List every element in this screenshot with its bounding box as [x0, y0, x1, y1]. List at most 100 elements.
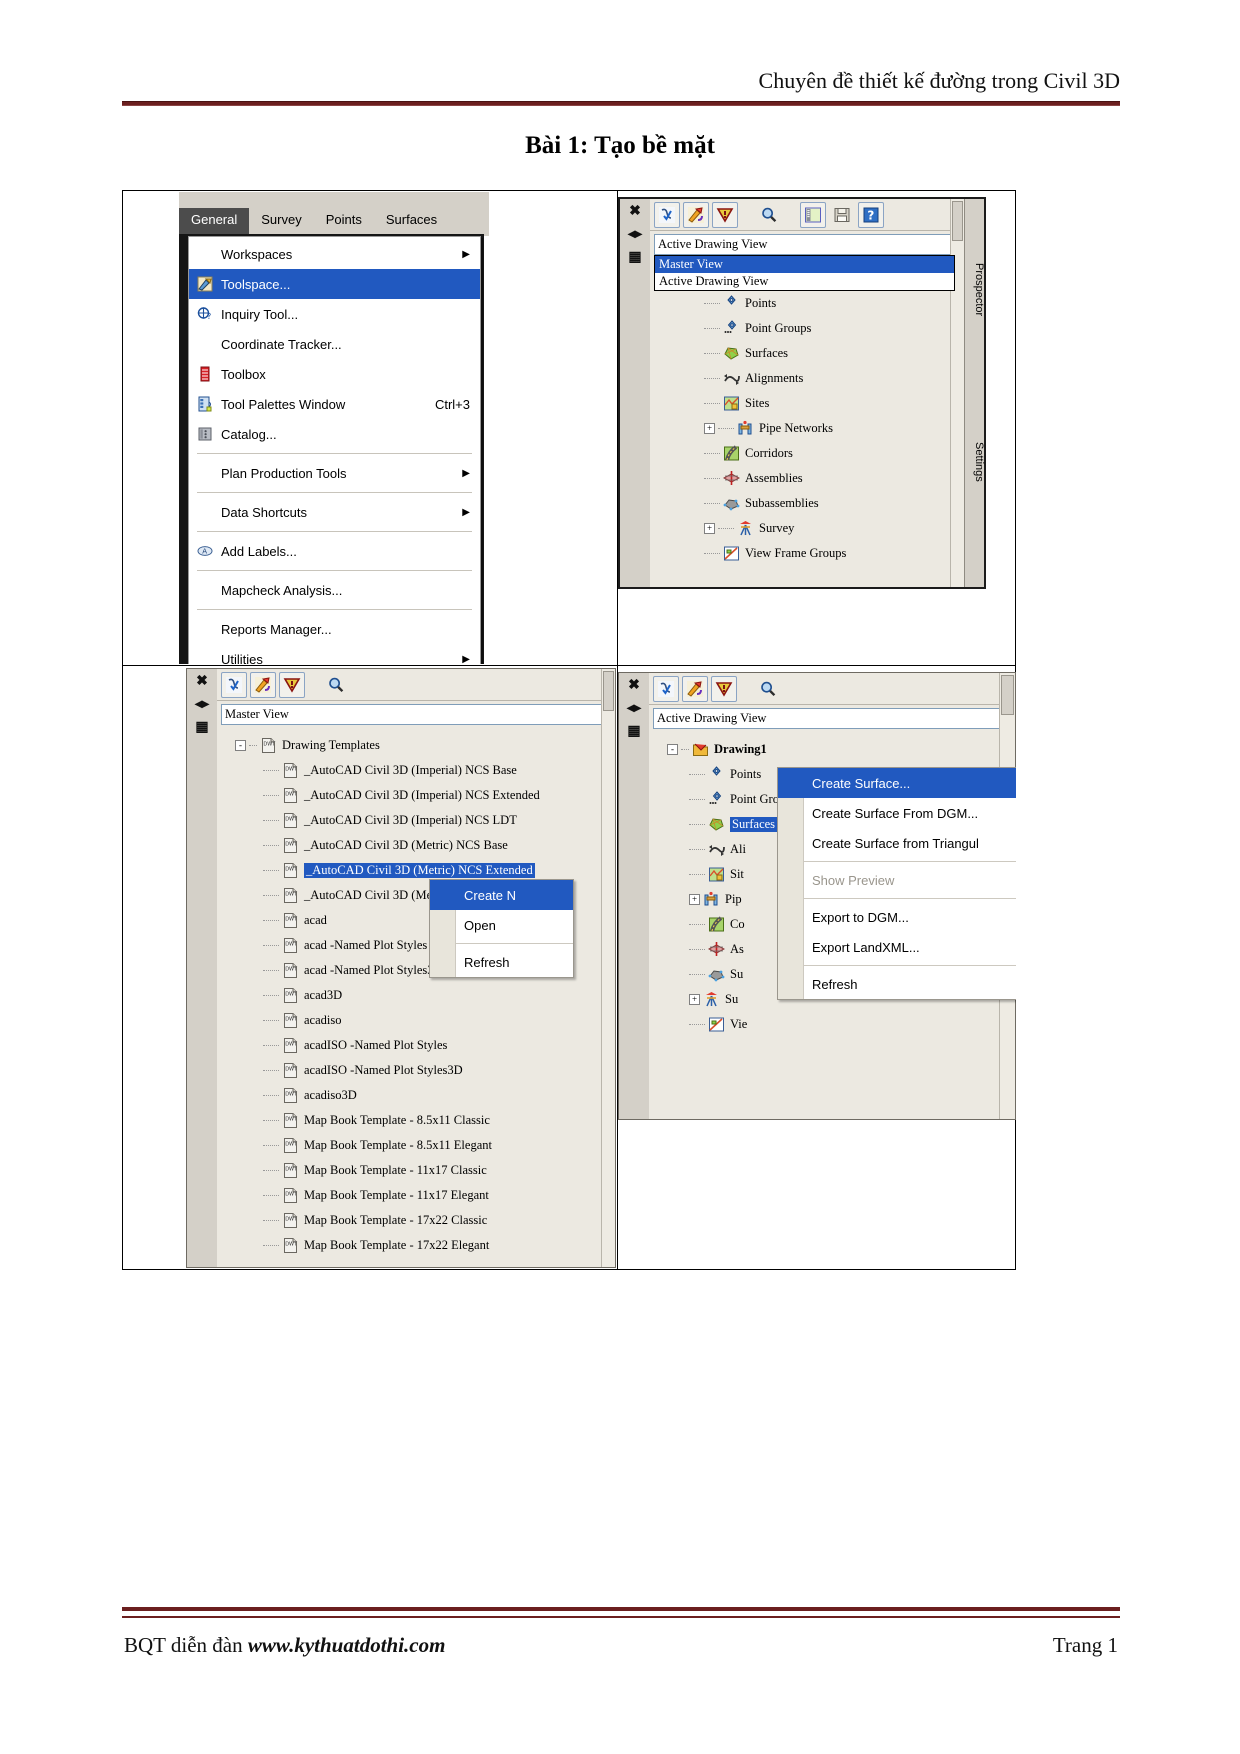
- survey-toggle-icon[interactable]: [712, 201, 738, 228]
- search-icon[interactable]: [756, 202, 782, 228]
- template-children-list[interactable]: DWT _AutoCAD Civil 3D (Imperial) NCS Base…: [217, 758, 615, 1258]
- help-icon[interactable]: ?: [858, 201, 884, 228]
- template-list-item[interactable]: DWT _AutoCAD Civil 3D (Metric) NCS Base: [217, 833, 615, 858]
- search-icon[interactable]: [755, 676, 781, 702]
- toolspace-gutter[interactable]: ✖ ◂▸ ▦: [187, 669, 217, 1267]
- survey-toggle-icon[interactable]: [279, 671, 305, 698]
- template-list-item[interactable]: DWT acadiso: [217, 1008, 615, 1033]
- save-icon[interactable]: [829, 202, 855, 228]
- tree-item-drawing-templates[interactable]: - DWT Drawing Templates: [217, 733, 615, 758]
- toolspace-vertical-tabs[interactable]: Prospector Settings: [964, 199, 985, 587]
- view-combobox[interactable]: Active Drawing View ▼: [654, 234, 980, 255]
- context-item-create-surface-from-triangul[interactable]: Create Surface from Triangul: [778, 828, 1016, 858]
- tree-item-points[interactable]: Points: [698, 291, 984, 316]
- vertical-scrollbar[interactable]: [601, 669, 615, 1267]
- templates-context-menu[interactable]: Create N Open Refresh: [429, 879, 574, 978]
- properties-menu-icon[interactable]: ▦: [627, 725, 640, 739]
- expander-plus-icon[interactable]: +: [704, 523, 715, 534]
- settings-toggle-icon[interactable]: [682, 675, 708, 702]
- view-combobox[interactable]: Master View: [221, 704, 611, 725]
- tree-item-survey[interactable]: + Survey: [698, 516, 984, 541]
- template-list-item[interactable]: DWT Map Book Template - 8.5x11 Elegant: [217, 1133, 615, 1158]
- context-item-refresh[interactable]: Refresh: [778, 969, 1016, 999]
- toolspace-gutter[interactable]: ✖ ◂▸ ▦: [619, 673, 649, 1119]
- context-item-refresh[interactable]: Refresh: [430, 947, 573, 977]
- view-dropdown-list[interactable]: Master View Active Drawing View: [654, 255, 955, 291]
- toolspace-toolbar[interactable]: [649, 673, 1015, 705]
- toolspace-toolbar[interactable]: [217, 669, 615, 701]
- footer-site-link[interactable]: www.kythuatdothi.com: [248, 1633, 446, 1657]
- panorama-icon[interactable]: [800, 201, 826, 228]
- expander-plus-icon[interactable]: +: [704, 423, 715, 434]
- close-icon[interactable]: ✖: [629, 205, 641, 219]
- toolspace-toolbar[interactable]: ?: [650, 199, 984, 231]
- tree-item-drawing1[interactable]: - Drawing1: [649, 737, 1015, 762]
- expander-plus-icon[interactable]: +: [689, 894, 700, 905]
- survey-toggle-icon[interactable]: [711, 675, 737, 702]
- prospector-toggle-icon[interactable]: [221, 671, 247, 698]
- context-item-export-to-dgm[interactable]: Export to DGM...: [778, 902, 1016, 932]
- close-icon[interactable]: ✖: [196, 675, 208, 689]
- context-item-create-new[interactable]: Create N: [430, 880, 573, 910]
- menu-item-mapcheck-analysis[interactable]: Mapcheck Analysis...: [189, 575, 480, 605]
- view-combobox[interactable]: Active Drawing View: [653, 708, 1011, 729]
- context-item-create-surface[interactable]: Create Surface...: [778, 768, 1016, 798]
- tree-item-sites[interactable]: Sites: [698, 391, 984, 416]
- template-list-item[interactable]: DWT _AutoCAD Civil 3D (Imperial) NCS Exte…: [217, 783, 615, 808]
- tree-item-pipe-networks[interactable]: + Pipe Networks: [698, 416, 984, 441]
- template-list-item[interactable]: DWT _AutoCAD Civil 3D (Imperial) NCS LDT: [217, 808, 615, 833]
- tree-item-subassemblies[interactable]: Subassemblies: [698, 491, 984, 516]
- menu-item-utilities[interactable]: Utilities ▶: [189, 644, 480, 665]
- settings-toggle-icon[interactable]: [683, 201, 709, 228]
- expander-minus-icon[interactable]: -: [667, 744, 678, 755]
- toolspace-gutter[interactable]: ✖ ◂▸ ▦: [620, 199, 650, 587]
- tab-prospector[interactable]: Prospector: [965, 235, 985, 345]
- context-item-open[interactable]: Open: [430, 910, 573, 940]
- dropdown-option-active-drawing-view[interactable]: Active Drawing View: [655, 273, 954, 290]
- menu-item-toolspace[interactable]: Toolspace...: [189, 269, 480, 299]
- menu-item-inquiry-tool[interactable]: ? Inquiry Tool...: [189, 299, 480, 329]
- general-dropdown-menu[interactable]: Workspaces ▶ Toolspace... ? Inquiry Tool…: [188, 236, 481, 664]
- tree-item-corridors[interactable]: Corridors: [698, 441, 984, 466]
- surfaces-context-menu[interactable]: Create Surface... Create Surface From DGM…: [777, 767, 1016, 1000]
- properties-menu-icon[interactable]: ▦: [628, 251, 641, 265]
- template-list-item[interactable]: DWT Map Book Template - 17x22 Classic: [217, 1208, 615, 1233]
- scrollbar-thumb[interactable]: [1001, 675, 1014, 715]
- tree-item-point-groups[interactable]: Point Groups: [698, 316, 984, 341]
- menu-item-tool-palettes-window[interactable]: Tool Palettes Window Ctrl+3: [189, 389, 480, 419]
- template-list-item[interactable]: DWT _AutoCAD Civil 3D (Imperial) NCS Base: [217, 758, 615, 783]
- template-list-item[interactable]: DWT Map Book Template - 11x17 Classic: [217, 1158, 615, 1183]
- tree-item-vie[interactable]: Vie: [683, 1012, 1015, 1037]
- settings-toggle-icon[interactable]: [250, 671, 276, 698]
- prospector-toggle-icon[interactable]: [654, 201, 680, 228]
- template-list-item[interactable]: DWT acadiso3D: [217, 1083, 615, 1108]
- close-icon[interactable]: ✖: [628, 679, 640, 693]
- menu-item-toolbox[interactable]: Toolbox: [189, 359, 480, 389]
- menubar-item-surfaces[interactable]: Surfaces: [374, 208, 449, 236]
- menu-item-data-shortcuts[interactable]: Data Shortcuts ▶: [189, 497, 480, 527]
- tab-settings[interactable]: Settings: [965, 417, 985, 507]
- prospector-tree[interactable]: Points Point Groups Surfaces Alignments …: [650, 257, 984, 566]
- tree-item-assemblies[interactable]: Assemblies: [698, 466, 984, 491]
- properties-menu-icon[interactable]: ▦: [195, 721, 208, 735]
- template-list-item[interactable]: DWT Map Book Template - 17x22 Elegant: [217, 1233, 615, 1258]
- search-icon[interactable]: [323, 672, 349, 698]
- menubar-item-points[interactable]: Points: [314, 208, 374, 236]
- menubar-item-survey[interactable]: Survey: [249, 208, 313, 236]
- menu-item-reports-manager[interactable]: Reports Manager...: [189, 614, 480, 644]
- menu-item-coordinate-tracker[interactable]: Coordinate Tracker...: [189, 329, 480, 359]
- surfaces-context-items[interactable]: Create Surface... Create Surface From DGM…: [778, 768, 1016, 999]
- context-item-create-surface-from-dgm[interactable]: Create Surface From DGM...: [778, 798, 1016, 828]
- tree-item-alignments[interactable]: Alignments: [698, 366, 984, 391]
- scrollbar-thumb[interactable]: [603, 671, 614, 711]
- template-list-item[interactable]: DWT Map Book Template - 8.5x11 Classic: [217, 1108, 615, 1133]
- menu-item-plan-production-tools[interactable]: Plan Production Tools ▶: [189, 458, 480, 488]
- expander-plus-icon[interactable]: +: [689, 994, 700, 1005]
- template-list-item[interactable]: DWT acadISO -Named Plot Styles: [217, 1033, 615, 1058]
- menu-item-catalog[interactable]: Catalog...: [189, 419, 480, 449]
- civil3d-menubar[interactable]: General Survey Points Surfaces: [179, 208, 489, 236]
- expander-minus-icon[interactable]: -: [235, 740, 246, 751]
- menubar-item-general[interactable]: General: [179, 208, 250, 236]
- scrollbar-thumb[interactable]: [952, 201, 963, 241]
- dropdown-option-master-view[interactable]: Master View: [655, 256, 954, 273]
